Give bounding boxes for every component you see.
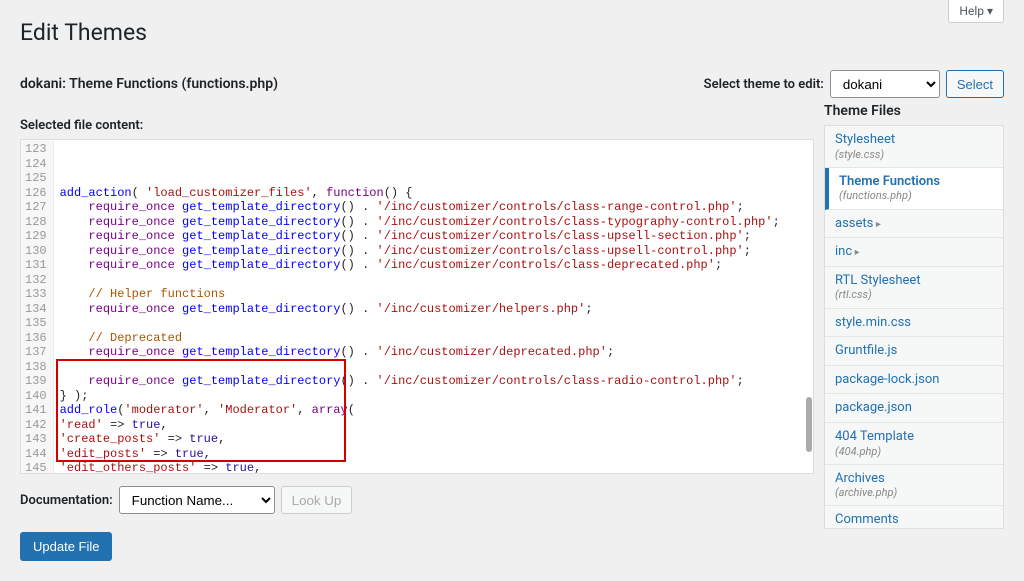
help-tab[interactable]: Help ▾ [948, 0, 1004, 23]
theme-file-item[interactable]: style.min.css [825, 309, 1003, 338]
theme-file-item[interactable]: Comments(comments.php) [825, 506, 1003, 528]
theme-files-list: Stylesheet(style.css)Theme Functions(fun… [824, 125, 1004, 529]
theme-file-item[interactable]: Stylesheet(style.css) [825, 126, 1003, 168]
theme-file-item[interactable]: Gruntfile.js [825, 337, 1003, 366]
theme-file-item[interactable]: 404 Template(404.php) [825, 423, 1003, 465]
select-theme-label: Select theme to edit: [704, 77, 824, 92]
code-area[interactable]: add_action( 'load_customizer_files', fun… [54, 140, 813, 473]
documentation-label: Documentation: [20, 493, 113, 508]
theme-file-item[interactable]: RTL Stylesheet(rtl.css) [825, 267, 1003, 309]
theme-file-item[interactable]: inc [825, 238, 1003, 267]
selected-file-content-label: Selected file content: [20, 118, 814, 133]
code-editor[interactable]: 1231241251261271281291301311321331341351… [20, 139, 814, 474]
page-title: Edit Themes [20, 10, 1004, 50]
theme-files-heading: Theme Files [824, 103, 1004, 119]
scrollbar-thumb[interactable] [806, 397, 812, 452]
line-gutter: 1231241251261271281291301311321331341351… [21, 140, 54, 473]
theme-file-item[interactable]: package.json [825, 394, 1003, 423]
theme-file-item[interactable]: Theme Functions(functions.php) [825, 168, 1003, 210]
select-button[interactable]: Select [946, 70, 1004, 98]
lookup-button[interactable]: Look Up [281, 486, 353, 514]
update-file-button[interactable]: Update File [20, 532, 112, 561]
theme-file-item[interactable]: package-lock.json [825, 366, 1003, 395]
file-subtitle: dokani: Theme Functions (functions.php) [20, 76, 278, 92]
theme-file-item[interactable]: Archives(archive.php) [825, 465, 1003, 507]
scrollbar-track[interactable] [806, 142, 812, 471]
theme-select[interactable]: dokani [830, 70, 940, 98]
theme-file-item[interactable]: assets [825, 210, 1003, 239]
documentation-select[interactable]: Function Name... [119, 486, 275, 514]
